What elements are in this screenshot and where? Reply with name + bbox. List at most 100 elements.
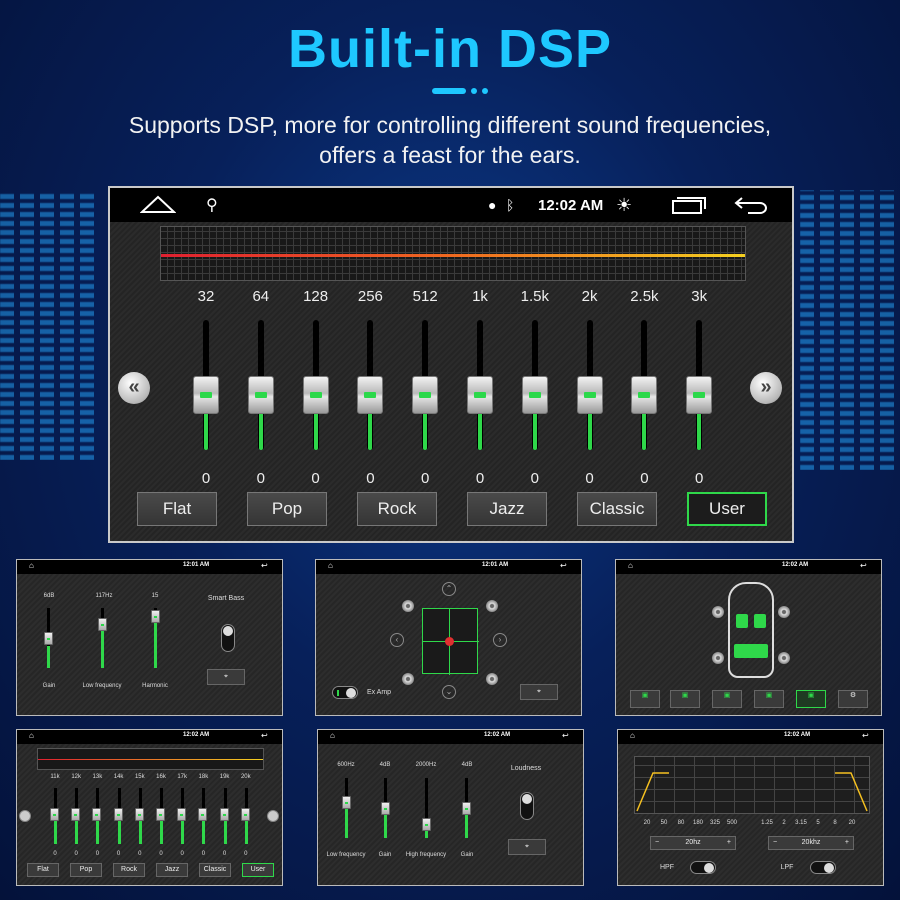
slider-knob[interactable] — [44, 632, 53, 645]
band-slider-knob[interactable] — [134, 808, 144, 821]
speaker-icon — [778, 652, 790, 664]
recent-apps-icon[interactable] — [672, 195, 706, 215]
slider-knob[interactable] — [151, 610, 160, 623]
lpf-axis-tick: 1.25 — [761, 820, 773, 826]
preset-button-flat[interactable]: Flat — [137, 492, 217, 526]
lpf-stepper[interactable]: − 20khz + — [768, 836, 854, 850]
band-slider-knob[interactable] — [240, 808, 250, 821]
seat-mode-button[interactable]: ▣ — [670, 690, 700, 708]
slider-knob[interactable] — [462, 802, 471, 815]
home-icon: ⌂ — [29, 731, 34, 740]
gain-value: 6dB — [43, 593, 55, 599]
seat-mode-button-active[interactable]: ▣ — [796, 690, 826, 708]
gain-label: Gain — [460, 852, 474, 858]
preset-button-jazz[interactable]: Jazz — [467, 492, 547, 526]
preset-button-user[interactable]: User — [687, 492, 767, 526]
next-page-button[interactable] — [267, 810, 279, 822]
band-slider-knob[interactable] — [113, 808, 123, 821]
band-slider-knob[interactable] — [193, 376, 219, 414]
lpf-axis-tick: 5 — [816, 820, 820, 826]
preset-button-classic[interactable]: Classic — [577, 492, 657, 526]
band-slider-knob[interactable] — [71, 808, 81, 821]
speaker-icon — [486, 600, 498, 612]
lpf-axis-tick: 8 — [833, 820, 837, 826]
band-slider-knob[interactable] — [302, 376, 329, 414]
settings-target-button[interactable]: ⌖ — [508, 839, 546, 855]
band-slider-knob[interactable] — [92, 808, 102, 821]
up-arrow-button[interactable]: ⌃ — [442, 582, 456, 596]
main-dsp-screen: ⚲ ● ᛒ 12:02 AM ☀ 32 0 64 0 128 0 256 0 512 0 1k 0 1.… — [108, 186, 794, 543]
speaker-icon — [712, 606, 724, 618]
bluetooth-icon: ᛒ — [506, 197, 515, 213]
band-slider-knob[interactable] — [467, 376, 493, 414]
speaker-icon — [402, 600, 414, 612]
band-slider-knob[interactable] — [198, 808, 208, 821]
spectrum-curve — [161, 254, 745, 257]
back-icon[interactable] — [734, 195, 768, 215]
home-icon: ⌂ — [29, 561, 34, 570]
brightness-icon[interactable]: ☀ — [616, 195, 632, 216]
band-slider-knob[interactable] — [177, 808, 187, 821]
slider-knob[interactable] — [342, 796, 351, 809]
minus-icon[interactable]: − — [655, 837, 659, 849]
slider-knob[interactable] — [98, 618, 107, 631]
band-slider-knob[interactable] — [156, 808, 165, 821]
plus-icon[interactable]: + — [845, 837, 849, 849]
preset-button-pop[interactable]: Pop — [247, 492, 327, 526]
band-slider-knob[interactable] — [521, 376, 548, 414]
slider-knob[interactable] — [422, 818, 431, 831]
previous-page-button[interactable]: « — [118, 372, 150, 404]
clock: 12:02 AM — [484, 732, 511, 738]
band-frequency-label: 19k — [219, 774, 230, 780]
seat-mode-button[interactable]: ▣ — [630, 690, 660, 708]
left-arrow-button[interactable]: ‹ — [390, 633, 404, 647]
preset-button-jazz[interactable]: Jazz — [156, 863, 188, 877]
loudness-toggle[interactable] — [520, 792, 534, 820]
band-slider-knob[interactable] — [357, 376, 384, 414]
ex-amp-toggle[interactable] — [332, 686, 358, 699]
band-slider-knob[interactable] — [50, 808, 59, 821]
hpf-toggle[interactable] — [690, 861, 716, 874]
settings-target-button[interactable]: ⌖ — [520, 684, 558, 700]
down-arrow-button[interactable]: ⌄ — [442, 685, 456, 699]
minus-icon[interactable]: − — [773, 837, 777, 849]
hpf-stepper[interactable]: − 20hz + — [650, 836, 736, 850]
seat-mode-button[interactable]: ▣ — [754, 690, 784, 708]
preset-button-user[interactable]: User — [242, 863, 274, 877]
band-slider-knob[interactable] — [576, 376, 603, 414]
preset-button-rock[interactable]: Rock — [113, 863, 145, 877]
right-arrow-button[interactable]: › — [493, 633, 507, 647]
lpf-toggle[interactable] — [810, 861, 836, 874]
band-slider-knob[interactable] — [219, 808, 229, 821]
thumb-smart-bass: ⌂ 12:01 AM ↩ 6dB 117Hz 15 Gain Low frequ… — [16, 559, 283, 716]
previous-page-button[interactable] — [19, 810, 31, 822]
band-slider-knob[interactable] — [631, 376, 658, 414]
band-value-label: 0 — [95, 851, 100, 857]
mini-status-bar: ⌂ 12:02 AM ↩ — [318, 730, 583, 744]
next-page-button[interactable]: » — [750, 372, 782, 404]
back-icon: ↩ — [562, 731, 569, 740]
harmonic-label: Harmonic — [142, 683, 168, 689]
hpf-axis-tick: 50 — [660, 820, 668, 826]
low-frequency-slider[interactable] — [101, 608, 104, 668]
seat-mode-button[interactable]: ▣ — [712, 690, 742, 708]
band-slider-knob[interactable] — [412, 376, 439, 414]
listening-point[interactable] — [445, 637, 454, 646]
band-slider-knob[interactable] — [686, 376, 713, 414]
home-icon[interactable] — [140, 195, 176, 213]
user-settings-button[interactable]: ⚙ — [838, 690, 868, 708]
smart-bass-toggle[interactable] — [221, 624, 235, 652]
band-value-label: 0 — [640, 470, 649, 487]
settings-target-button[interactable]: ⌖ — [207, 669, 245, 685]
band-slider-knob[interactable] — [247, 376, 274, 414]
smart-bass-title: Smart Bass — [207, 595, 245, 602]
slider-knob[interactable] — [381, 802, 390, 815]
preset-button-flat[interactable]: Flat — [27, 863, 59, 877]
preset-button-classic[interactable]: Classic — [199, 863, 231, 877]
preset-button-rock[interactable]: Rock — [357, 492, 437, 526]
frequency-value: 117Hz — [95, 593, 113, 599]
plus-icon[interactable]: + — [727, 837, 731, 849]
preset-button-pop[interactable]: Pop — [70, 863, 102, 877]
gain-value: 4dB — [461, 762, 473, 768]
band-frequency-label: 3k — [691, 288, 708, 305]
